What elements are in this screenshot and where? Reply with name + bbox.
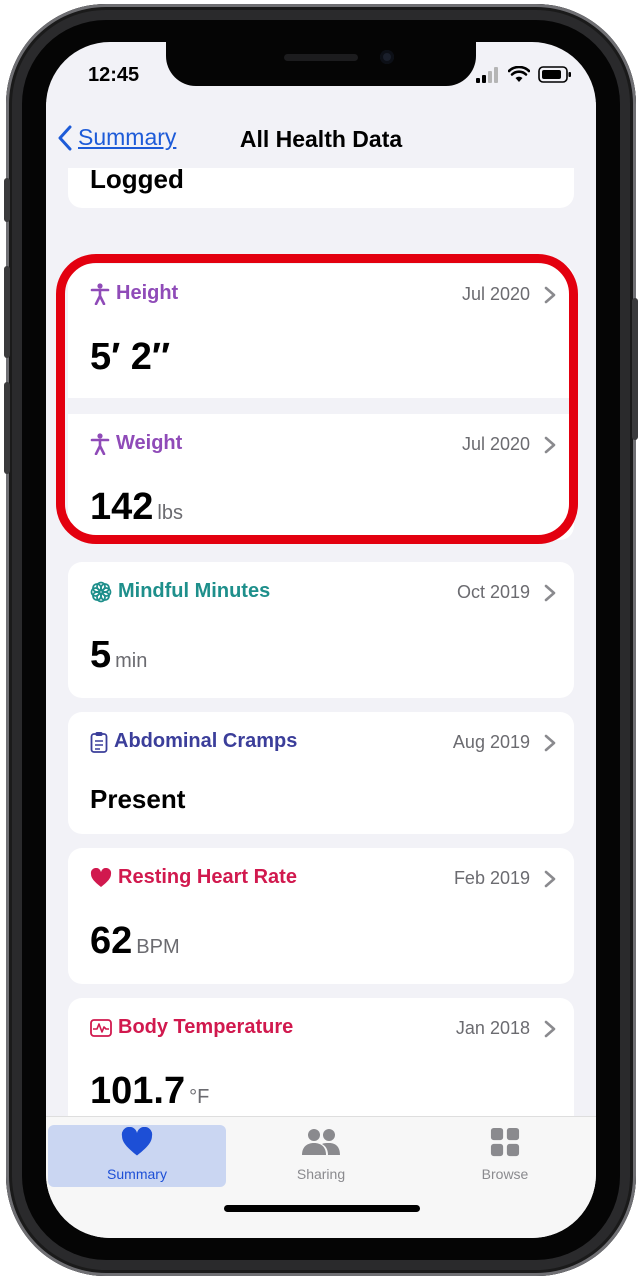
health-card-height[interactable]: Height Jul 2020 5′ 2″ <box>68 264 574 398</box>
card-date: Jul 2020 <box>461 284 530 304</box>
partial-card[interactable]: Logged <box>68 168 574 208</box>
health-card-weight[interactable]: Weight Jul 2020 142 lbs <box>68 414 574 540</box>
card-value: Present <box>90 784 186 814</box>
card-header: Height <box>90 282 178 305</box>
tab-browse[interactable]: Browse <box>416 1125 594 1187</box>
partial-card-value: Logged <box>90 168 184 194</box>
card-value-row: Present <box>90 784 185 815</box>
chevron-right-icon <box>544 734 556 752</box>
card-value: 62 <box>90 920 133 962</box>
card-unit: °F <box>189 1086 210 1108</box>
health-card-resting-heart-rate[interactable]: Resting Heart Rate Feb 2019 62 BPM <box>68 848 574 984</box>
card-value-row: 62 BPM <box>90 920 180 963</box>
figure-icon <box>90 432 110 455</box>
card-header: Weight <box>90 432 182 455</box>
card-title: Abdominal Cramps <box>114 730 298 752</box>
chevron-right-icon <box>544 286 556 304</box>
card-value-row: 142 lbs <box>90 486 183 529</box>
thermometer-waveform-icon <box>90 1018 112 1037</box>
clipboard-icon <box>90 731 108 753</box>
card-value: 101.7 <box>90 1070 186 1112</box>
chevron-right-icon <box>544 1020 556 1038</box>
card-title: Mindful Minutes <box>118 580 271 602</box>
card-value: 5 <box>90 634 112 676</box>
notch <box>166 42 476 86</box>
card-date: Jan 2018 <box>455 1018 530 1038</box>
card-unit: min <box>115 650 148 672</box>
card-value: 142 <box>90 486 154 528</box>
screen: 12:45 Summary All Health Data Logged Hei… <box>46 42 596 1238</box>
card-value-row: 101.7 °F <box>90 1070 209 1113</box>
tab-summary[interactable]: Summary <box>48 1125 226 1187</box>
figure-icon <box>90 282 110 305</box>
card-title: Weight <box>116 432 183 454</box>
heart-icon <box>121 1126 153 1156</box>
health-card-body-temperature[interactable]: Body Temperature Jan 2018 101.7 °F <box>68 998 574 1130</box>
card-header: Abdominal Cramps <box>90 730 297 753</box>
tab-bar: Summary Sharing Browse <box>46 1116 596 1238</box>
card-date: Jul 2020 <box>461 434 530 454</box>
status-time: 12:45 <box>88 64 140 86</box>
wifi-icon <box>508 66 530 82</box>
speaker <box>284 54 358 61</box>
chevron-right-icon <box>544 584 556 602</box>
status-icons <box>476 66 572 83</box>
tab-label: Summary <box>107 1166 167 1182</box>
card-header: Resting Heart Rate <box>90 866 297 889</box>
power-button <box>632 298 638 440</box>
card-date: Aug 2019 <box>452 732 530 752</box>
health-card-mindful-minutes[interactable]: Mindful Minutes Oct 2019 5 min <box>68 562 574 698</box>
card-header: Mindful Minutes <box>90 580 270 603</box>
flower-icon <box>90 581 112 602</box>
health-card-abdominal-cramps[interactable]: Abdominal Cramps Aug 2019 Present <box>68 712 574 834</box>
card-value-row: 5 min <box>90 634 147 677</box>
tab-sharing[interactable]: Sharing <box>232 1125 410 1187</box>
health-data-list: Logged Height Jul 2020 5′ 2″ Weight Jul … <box>46 168 596 1130</box>
card-unit: BPM <box>136 936 180 958</box>
navigation-bar: Summary All Health Data <box>46 102 596 168</box>
card-title: Body Temperature <box>118 1016 294 1038</box>
tab-label: Browse <box>481 1166 529 1182</box>
card-title: Height <box>116 282 179 304</box>
chevron-right-icon <box>544 436 556 454</box>
volume-up-button <box>4 266 10 358</box>
cellular-signal-icon <box>476 66 498 83</box>
grid-icon <box>490 1127 520 1157</box>
card-unit: lbs <box>157 502 183 524</box>
chevron-right-icon <box>544 870 556 888</box>
card-header: Body Temperature <box>90 1016 293 1039</box>
home-indicator <box>224 1205 420 1212</box>
silent-switch <box>4 178 10 222</box>
page-title: All Health Data <box>239 126 403 152</box>
card-value-row: 5′ 2″ <box>90 336 170 379</box>
card-value: 5′ 2″ <box>90 336 171 378</box>
card-title: Resting Heart Rate <box>118 866 297 888</box>
battery-icon <box>538 66 571 83</box>
volume-down-button <box>4 382 10 474</box>
front-camera <box>380 50 394 64</box>
people-icon <box>302 1129 340 1155</box>
heart-icon <box>90 867 112 887</box>
card-date: Oct 2019 <box>456 582 530 602</box>
card-date: Feb 2019 <box>453 868 530 888</box>
tab-label: Sharing <box>296 1166 346 1182</box>
